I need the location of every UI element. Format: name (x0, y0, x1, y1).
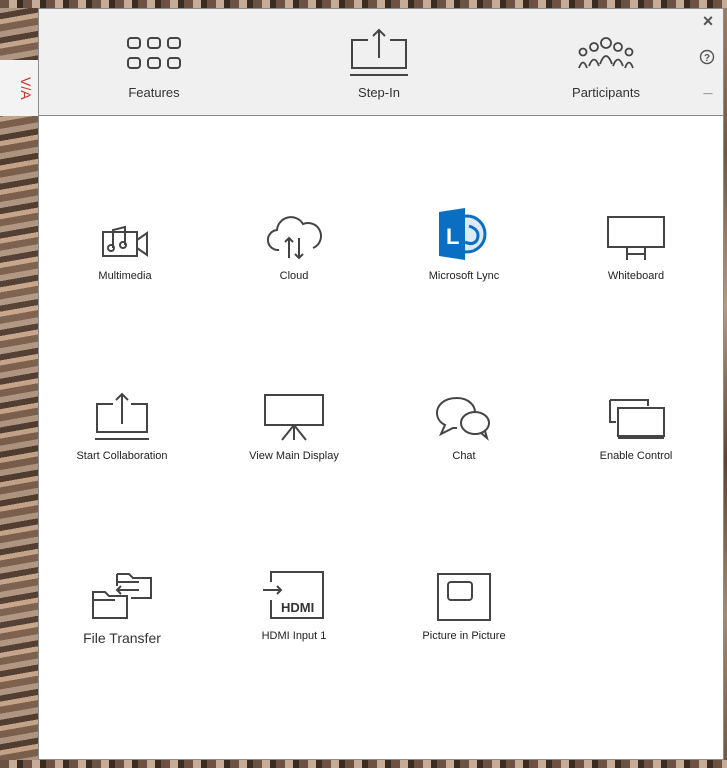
feature-label: Enable Control (599, 450, 673, 462)
feature-label: Picture in Picture (422, 630, 506, 642)
feature-chat[interactable]: Chat (389, 386, 539, 496)
feature-microsoft-lync[interactable]: L Microsoft Lync (389, 206, 539, 316)
header-toolbar: Features Step-In Participants × ? _ (39, 9, 723, 116)
microsoft-lync-icon: L (419, 206, 509, 262)
close-button[interactable]: × (699, 11, 717, 32)
main-display-icon (249, 386, 339, 442)
feature-picture-in-picture[interactable]: Picture in Picture (389, 566, 539, 676)
grid-dots-icon (122, 31, 186, 77)
nav-features-label: Features (128, 85, 180, 100)
svg-text:HDMI: HDMI (281, 600, 314, 615)
cloud-icon (249, 206, 339, 262)
svg-text:?: ? (704, 53, 710, 64)
feature-start-collaboration[interactable]: Start Collaboration (47, 386, 197, 496)
whiteboard-icon (591, 206, 681, 262)
help-icon: ? (699, 49, 715, 65)
desktop-background-top (0, 0, 727, 8)
feature-label: Start Collaboration (76, 450, 168, 462)
feature-cloud[interactable]: Cloud (219, 206, 369, 316)
picture-in-picture-icon (419, 566, 509, 622)
nav-participants-label: Participants (572, 85, 640, 100)
participants-icon (574, 31, 638, 77)
feature-hdmi-input-1[interactable]: HDMI HDMI Input 1 (219, 566, 369, 676)
multimedia-icon (80, 206, 170, 262)
feature-view-main-display[interactable]: View Main Display (219, 386, 369, 496)
nav-features[interactable]: Features (89, 9, 219, 115)
svg-text:V/A: V/A (18, 77, 32, 100)
feature-label: Whiteboard (607, 270, 665, 282)
nav-step-in-label: Step-In (358, 85, 400, 100)
feature-label: Multimedia (98, 270, 152, 282)
feature-label: Microsoft Lync (428, 270, 500, 282)
collaboration-icon (77, 386, 167, 442)
feature-enable-control[interactable]: Enable Control (561, 386, 711, 496)
desktop-background-bottom (0, 760, 727, 768)
features-grid: Multimedia Cloud L Microsoft Lync Whiteb… (39, 116, 723, 759)
feature-label: HDMI Input 1 (261, 630, 327, 642)
via-app-window: Features Step-In Participants × ? _ Mult… (38, 8, 724, 760)
minimize-button[interactable]: _ (699, 79, 717, 97)
feature-label: Chat (452, 450, 476, 462)
feature-label: View Main Display (249, 450, 339, 462)
hdmi-icon: HDMI (249, 566, 339, 622)
feature-whiteboard[interactable]: Whiteboard (561, 206, 711, 316)
nav-participants[interactable]: Participants (541, 9, 671, 115)
share-screen-icon (346, 28, 412, 77)
via-logo: V/A (0, 60, 39, 116)
help-button[interactable]: ? (699, 49, 717, 65)
via-logo-icon: V/A (18, 77, 32, 100)
chat-icon (419, 386, 509, 442)
nav-step-in[interactable]: Step-In (314, 9, 444, 115)
feature-label: Cloud (279, 270, 309, 282)
feature-file-transfer[interactable]: File Transfer (47, 566, 197, 676)
svg-text:L: L (446, 224, 459, 249)
feature-label: File Transfer (83, 630, 161, 646)
enable-control-icon (591, 386, 681, 442)
feature-multimedia[interactable]: Multimedia (50, 206, 200, 316)
file-transfer-icon (77, 566, 167, 622)
